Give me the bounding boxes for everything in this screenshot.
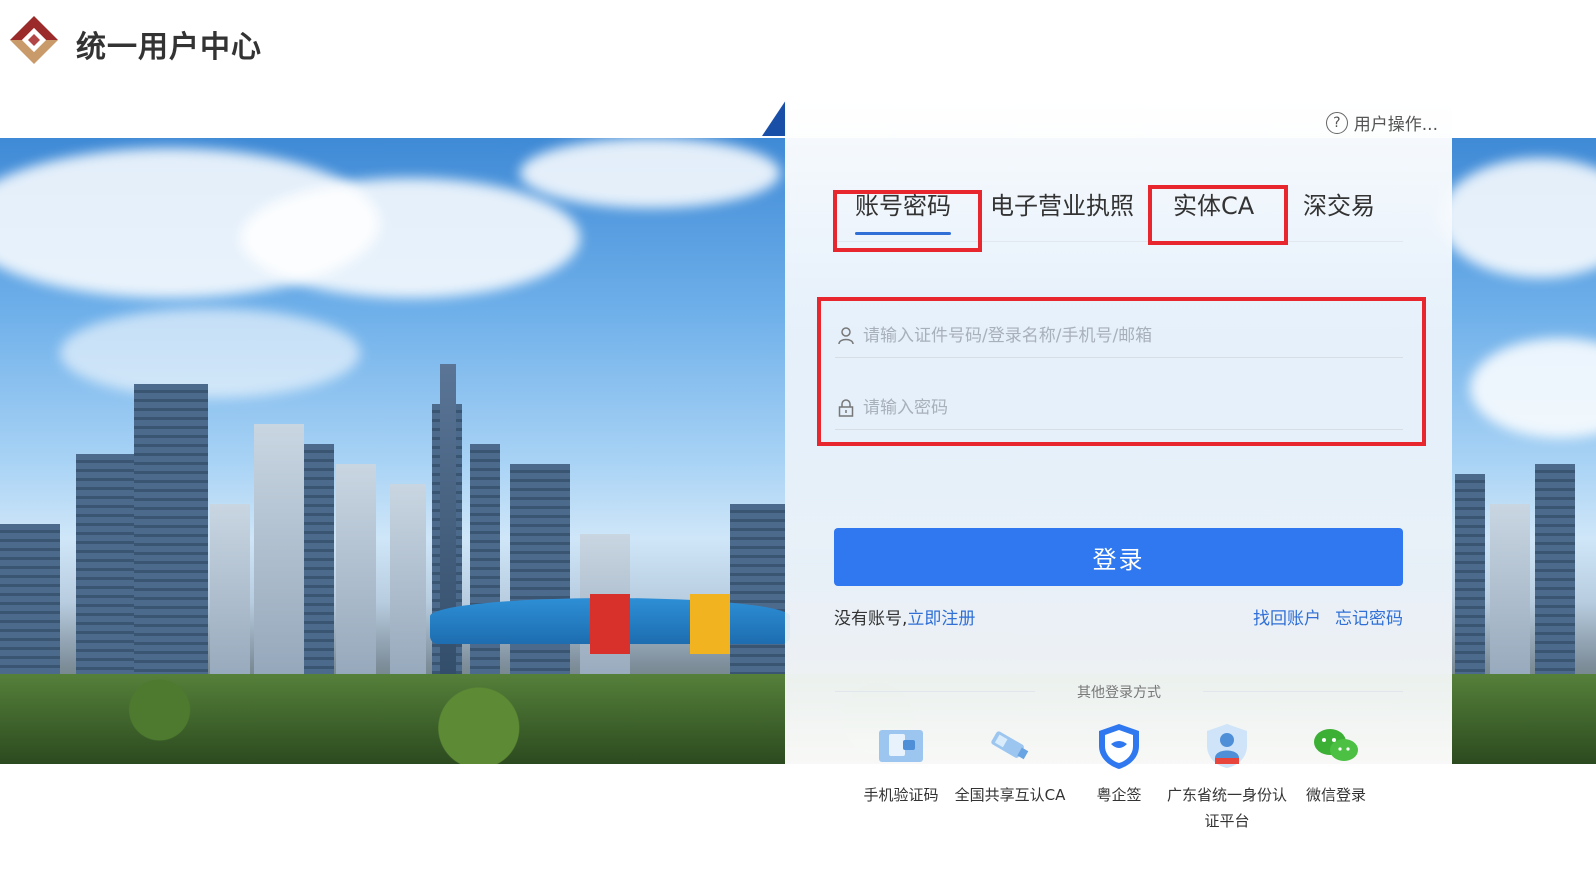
- no-account-text: 没有账号,: [834, 609, 908, 629]
- register-link[interactable]: 立即注册: [907, 609, 975, 629]
- app-title: 统一用户中心: [76, 30, 262, 65]
- accent-triangle: [762, 100, 786, 136]
- method-label: 广东省统一身份认证平台: [1167, 786, 1288, 830]
- user-icon: [835, 325, 857, 347]
- password-field: [835, 386, 1403, 430]
- method-label: 手机验证码: [863, 786, 939, 804]
- login-button[interactable]: 登录: [834, 528, 1403, 586]
- method-yueqiqian[interactable]: 粤企签: [1059, 724, 1179, 808]
- method-label: 全国共享互认CA: [954, 786, 1066, 804]
- tab-electronic-license[interactable]: 电子营业执照: [990, 186, 1134, 221]
- tab-shenjiaoyi[interactable]: 深交易: [1303, 186, 1375, 221]
- login-tabs: 账号密码 电子营业执照 实体CA 深交易: [833, 186, 1403, 242]
- account-field: [835, 314, 1403, 358]
- identity-icon: [1203, 724, 1251, 768]
- other-login-methods: 手机验证码 全国共享互认CA 粤企签 广东省统一身份认证平台 微信登录: [845, 724, 1405, 834]
- find-account-link[interactable]: 找回账户: [1253, 604, 1321, 629]
- method-shared-ca[interactable]: 全国共享互认CA: [950, 724, 1070, 808]
- tab-account-password[interactable]: 账号密码: [855, 186, 951, 235]
- method-label: 微信登录: [1305, 786, 1366, 804]
- lock-icon: [835, 397, 857, 419]
- account-input[interactable]: [863, 325, 1403, 346]
- forgot-password-link[interactable]: 忘记密码: [1335, 604, 1403, 629]
- account-links: 没有账号,立即注册 找回账户 忘记密码: [834, 604, 1403, 629]
- method-wechat[interactable]: 微信登录: [1276, 724, 1396, 808]
- shield-icon: [1095, 724, 1143, 769]
- login-panel: ? 用户操作... 账号密码 电子营业执照 实体CA 深交易 登录 没有账号,立…: [785, 100, 1452, 872]
- method-phone-sms[interactable]: 手机验证码: [841, 724, 961, 808]
- wechat-icon: [1312, 724, 1360, 768]
- method-label: 粤企签: [1096, 786, 1142, 804]
- usb-key-icon: [986, 724, 1034, 768]
- help-link[interactable]: ? 用户操作...: [1325, 110, 1438, 135]
- phone-sms-icon: [877, 724, 925, 768]
- other-login-title: 其他登录方式: [835, 682, 1403, 702]
- header: 统一用户中心: [0, 0, 1596, 90]
- password-input[interactable]: [863, 397, 1403, 418]
- question-icon: ?: [1325, 111, 1348, 134]
- tab-physical-ca[interactable]: 实体CA: [1173, 186, 1254, 221]
- method-gd-identity[interactable]: 广东省统一身份认证平台: [1167, 724, 1287, 834]
- logo-icon: [10, 16, 58, 64]
- help-label: 用户操作...: [1353, 115, 1438, 135]
